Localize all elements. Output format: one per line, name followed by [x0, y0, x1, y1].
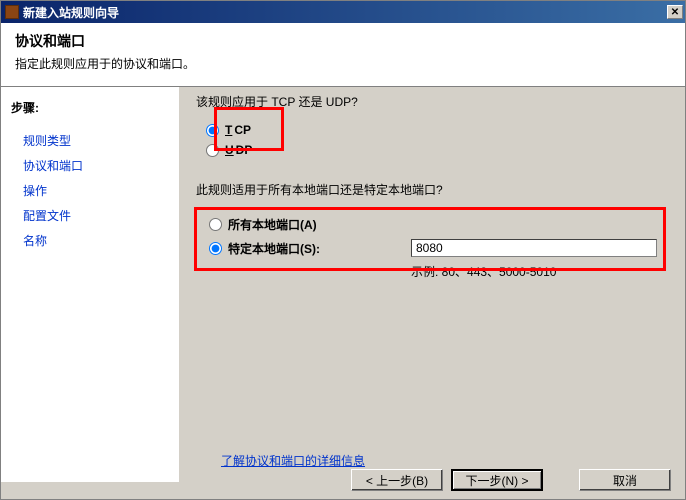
port-input[interactable] [411, 239, 657, 257]
udp-radio[interactable] [206, 144, 219, 157]
app-icon [5, 5, 19, 19]
page-subtitle: 指定此规则应用于的协议和端口。 [15, 55, 671, 72]
page-title: 协议和端口 [15, 31, 671, 51]
sidebar-item-action[interactable]: 操作 [11, 178, 169, 203]
next-button[interactable]: 下一步(N) > [451, 469, 543, 491]
udp-label[interactable]: UDP [225, 143, 252, 157]
specific-ports-radio[interactable] [209, 242, 222, 255]
tcp-accel: T [225, 123, 232, 137]
titlebar: 新建入站规则向导 ✕ [1, 1, 685, 23]
sidebar-item-rule-type[interactable]: 规则类型 [11, 128, 169, 153]
all-ports-row: 所有本地端口(A) [209, 213, 657, 236]
port-example: 示例: 80、443、5000-5010 [409, 263, 657, 280]
wizard-window: 新建入站规则向导 ✕ 协议和端口 指定此规则应用于的协议和端口。 步骤: 规则类… [0, 0, 686, 500]
udp-rest: DP [236, 143, 253, 157]
sidebar-title: 步骤: [11, 99, 169, 116]
sidebar-item-protocol-port[interactable]: 协议和端口 [11, 153, 169, 178]
back-button[interactable]: < 上一步(B) [351, 469, 443, 491]
details-link[interactable]: 了解协议和端口的详细信息 [221, 452, 365, 469]
tcp-row: TCP [206, 120, 358, 140]
udp-row: UDP [206, 140, 358, 160]
header-section: 协议和端口 指定此规则应用于的协议和端口。 [1, 23, 685, 87]
protocol-group: 该规则应用于 TCP 还是 UDP? TCP UDP [196, 93, 358, 160]
close-button[interactable]: ✕ [667, 5, 683, 19]
footer-buttons: < 上一步(B) 下一步(N) > 取消 [351, 469, 671, 491]
tcp-radio[interactable] [206, 124, 219, 137]
titlebar-left: 新建入站规则向导 [5, 4, 119, 21]
tcp-rest: CP [234, 123, 251, 137]
udp-accel: U [225, 143, 234, 157]
cancel-button[interactable]: 取消 [579, 469, 671, 491]
port-question: 此规则适用于所有本地端口还是特定本地端口? [196, 181, 443, 198]
tcp-label[interactable]: TCP [225, 123, 251, 137]
specific-ports-label[interactable]: 特定本地端口(S): [228, 240, 320, 257]
sidebar-item-name[interactable]: 名称 [11, 228, 169, 253]
port-group: 所有本地端口(A) 特定本地端口(S): 示例: 80、443、5000-501… [209, 213, 657, 280]
all-ports-label[interactable]: 所有本地端口(A) [228, 216, 317, 233]
close-icon: ✕ [671, 7, 679, 18]
protocol-question: 该规则应用于 TCP 还是 UDP? [196, 93, 358, 110]
window-title: 新建入站规则向导 [23, 4, 119, 21]
sidebar-item-profile[interactable]: 配置文件 [11, 203, 169, 228]
protocol-radio-group: TCP UDP [206, 120, 358, 160]
specific-ports-row: 特定本地端口(S): [209, 236, 657, 260]
sidebar: 步骤: 规则类型 协议和端口 操作 配置文件 名称 [1, 87, 179, 482]
all-ports-radio[interactable] [209, 218, 222, 231]
